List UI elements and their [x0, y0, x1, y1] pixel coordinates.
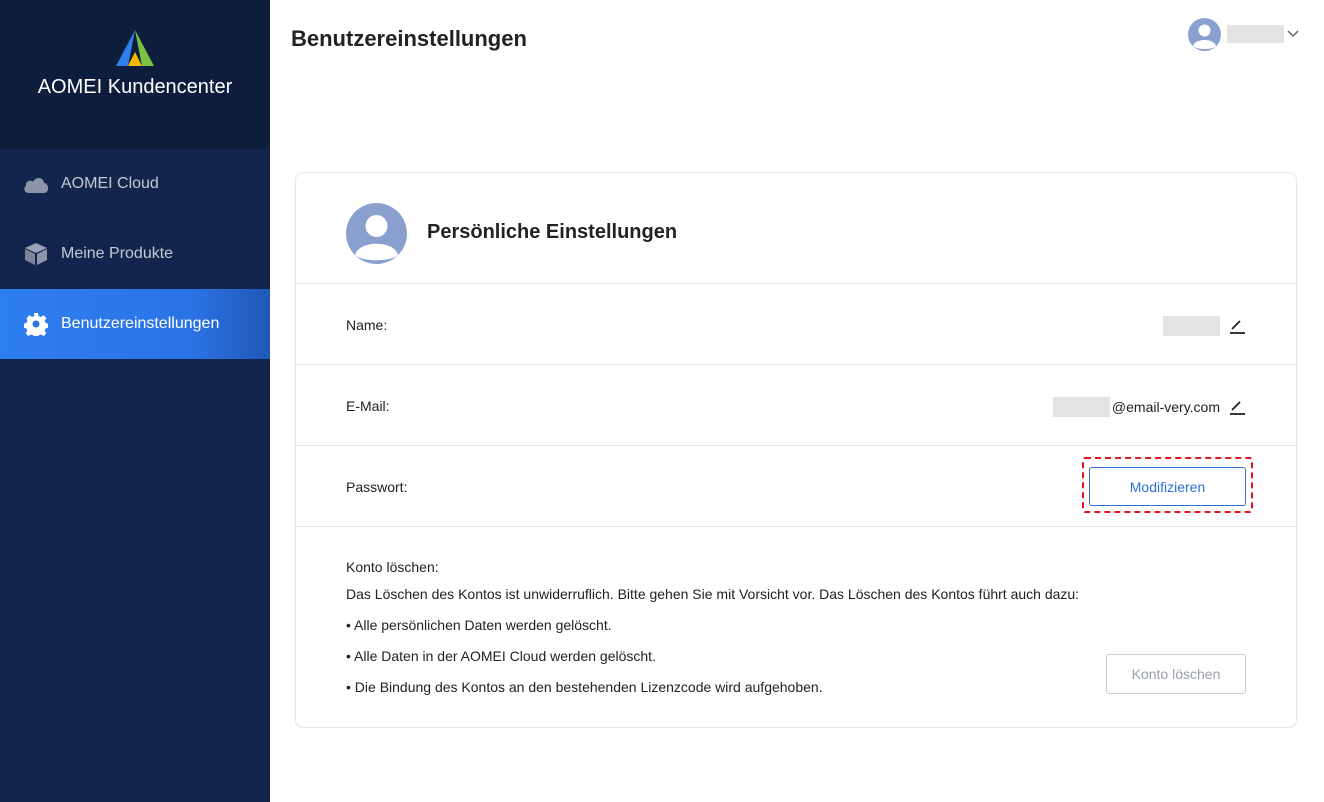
sidebar-item-aomei-cloud[interactable]: AOMEI Cloud: [0, 149, 270, 219]
email-domain: @email-very.com: [1111, 399, 1220, 415]
password-label: Passwort:: [346, 479, 408, 495]
personal-settings-card: Persönliche Einstellungen Name: E-Mail: …: [295, 172, 1297, 728]
sidebar-item-benutzereinstellungen[interactable]: Benutzereinstellungen: [0, 289, 270, 359]
email-user-redacted: [1052, 397, 1110, 417]
password-row: Passwort: Modifizieren: [296, 446, 1296, 527]
edit-name-icon[interactable]: [1228, 317, 1246, 335]
name-value: [1163, 316, 1246, 336]
sidebar: AOMEI Kundencenter AOMEI Cloud Meine Pro…: [0, 0, 270, 802]
email-row: E-Mail: @email-very.com: [296, 365, 1296, 446]
delete-warning: Das Löschen des Kontos ist unwiderruflic…: [346, 586, 1080, 602]
delete-account-button[interactable]: Konto löschen: [1106, 654, 1246, 694]
sidebar-item-label: Meine Produkte: [61, 245, 174, 262]
username-redacted: [1227, 25, 1284, 43]
highlight-box: Modifizieren: [1082, 457, 1253, 513]
name-row: Name:: [296, 284, 1296, 365]
name-label: Name:: [346, 317, 388, 333]
delete-heading: Konto löschen:: [346, 559, 439, 575]
edit-email-icon[interactable]: [1228, 398, 1246, 416]
chevron-down-icon: [1287, 30, 1299, 38]
profile-avatar-icon: [346, 203, 407, 264]
email-label: E-Mail:: [346, 398, 390, 414]
card-header: Persönliche Einstellungen: [296, 173, 1296, 284]
box-icon: [22, 240, 50, 268]
delete-bullet: • Die Bindung des Kontos an den bestehen…: [346, 679, 823, 695]
delete-bullet: • Alle persönlichen Daten werden gelösch…: [346, 617, 612, 633]
user-menu[interactable]: [1188, 17, 1308, 51]
page-title: Benutzereinstellungen: [291, 26, 527, 51]
brand-header: AOMEI Kundencenter: [0, 0, 270, 149]
user-avatar-icon: [1188, 17, 1221, 51]
name-redacted: [1163, 316, 1220, 336]
cloud-icon: [22, 170, 50, 198]
sidebar-item-label: AOMEI Cloud: [61, 175, 159, 192]
sidebar-item-meine-produkte[interactable]: Meine Produkte: [0, 219, 270, 289]
modify-password-button[interactable]: Modifizieren: [1089, 467, 1246, 506]
aomei-logo-icon: [116, 30, 154, 66]
sidebar-item-label: Benutzereinstellungen: [61, 315, 220, 332]
app-title: AOMEI Kundencenter: [37, 76, 233, 98]
card-title: Persönliche Einstellungen: [427, 221, 678, 243]
gear-icon: [22, 310, 50, 338]
email-value: @email-very.com: [1052, 397, 1246, 417]
delete-account-section: Konto löschen: Das Löschen des Kontos is…: [296, 527, 1296, 727]
delete-bullet: • Alle Daten in der AOMEI Cloud werden g…: [346, 648, 656, 664]
